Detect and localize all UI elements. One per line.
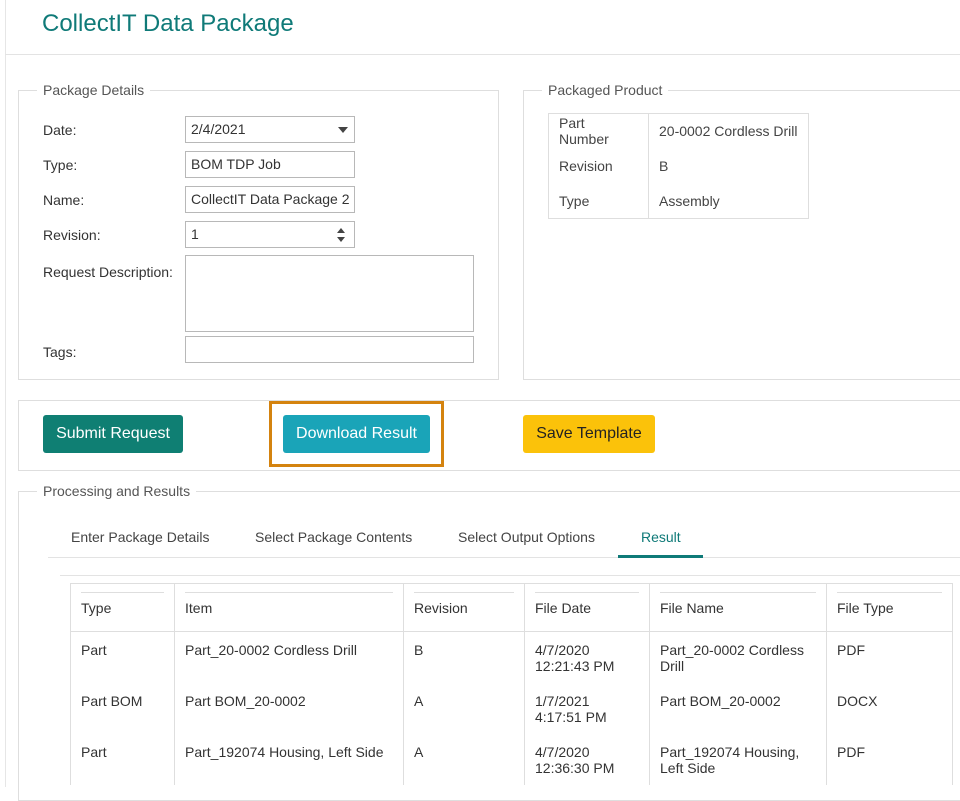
cell-type: Part — [70, 631, 175, 683]
product-key: Revision — [548, 148, 649, 184]
cell-file-type: PDF — [826, 631, 953, 683]
product-value: B — [659, 158, 669, 174]
packaged-product-panel: Packaged Product Part Number 20-0002 Cor… — [523, 82, 960, 380]
page-left-border — [5, 0, 6, 787]
product-row-revision: Revision B — [548, 148, 809, 184]
table-row[interactable]: Part Part_192074 Housing, Left Side A 4/… — [70, 733, 953, 785]
tags-input[interactable] — [185, 336, 474, 363]
cell-revision: A — [403, 682, 525, 734]
product-row-type: Type Assembly — [548, 183, 809, 219]
description-label: Request Description: — [43, 264, 173, 280]
type-label: Type: — [43, 157, 78, 173]
cell-item: Part_192074 Housing, Left Side — [174, 733, 404, 785]
stepper-up-icon[interactable] — [337, 228, 345, 233]
table-row[interactable]: Part Part_20-0002 Cordless Drill B 4/7/2… — [70, 631, 953, 683]
cell-type: Part — [70, 733, 175, 785]
chevron-down-icon[interactable] — [338, 127, 348, 133]
save-template-button[interactable]: Save Template — [523, 415, 655, 453]
revision-label: Revision: — [43, 227, 101, 243]
cell-file-date: 4/7/2020 12:21:43 PM — [524, 631, 650, 683]
cell-file-type: PDF — [826, 733, 953, 785]
cell-file-name[interactable]: Part_20-0002 Cordless Drill — [649, 631, 827, 683]
packaged-product-table: Part Number 20-0002 Cordless Drill Revis… — [548, 113, 809, 219]
content-divider — [60, 575, 960, 576]
revision-stepper[interactable]: 1 — [185, 221, 355, 248]
product-key: Part Number — [548, 113, 649, 149]
processing-results-legend: Processing and Results — [37, 483, 197, 499]
date-select[interactable]: 2/4/2021 — [185, 116, 355, 143]
revision-value: 1 — [191, 226, 199, 242]
tags-label: Tags: — [43, 344, 77, 360]
tab-enter-package-details[interactable]: Enter Package Details — [71, 529, 210, 545]
product-row-part-number: Part Number 20-0002 Cordless Drill — [548, 113, 809, 149]
cell-file-type: DOCX — [826, 682, 953, 734]
tab-result[interactable]: Result — [641, 529, 681, 545]
page-header: CollectIT Data Package — [5, 0, 960, 55]
cell-item: Part BOM_20-0002 — [174, 682, 404, 734]
product-key: Type — [548, 183, 649, 219]
cell-file-date: 4/7/2020 12:36:30 PM — [524, 733, 650, 785]
column-header-file-date[interactable]: File Date — [524, 583, 650, 632]
type-input[interactable]: BOM TDP Job — [185, 151, 355, 178]
results-table: Type Item Revision File Date File Name F… — [70, 583, 953, 785]
cell-file-name[interactable]: Part_192074 Housing, Left Side — [649, 733, 827, 785]
stepper-down-icon[interactable] — [337, 237, 345, 242]
tab-select-package-contents[interactable]: Select Package Contents — [255, 529, 412, 545]
cell-revision: A — [403, 733, 525, 785]
active-tab-indicator — [618, 555, 703, 558]
packaged-product-legend: Packaged Product — [542, 82, 669, 98]
cell-item: Part_20-0002 Cordless Drill — [174, 631, 404, 683]
cell-file-date: 1/7/2021 4:17:51 PM — [524, 682, 650, 734]
package-details-panel: Package Details Date: 2/4/2021 Type: BOM… — [18, 82, 499, 380]
package-details-legend: Package Details — [37, 82, 151, 98]
name-label: Name: — [43, 192, 85, 208]
product-value: Assembly — [659, 192, 720, 209]
tabs-divider — [48, 557, 960, 558]
page-title: CollectIT Data Package — [42, 10, 294, 37]
submit-request-button[interactable]: Submit Request — [43, 415, 183, 453]
name-input[interactable]: CollectIT Data Package 2 — [185, 186, 355, 213]
date-label: Date: — [43, 122, 77, 138]
results-header-row: Type Item Revision File Date File Name F… — [70, 583, 953, 632]
table-row[interactable]: Part BOM Part BOM_20-0002 A 1/7/2021 4:17… — [70, 682, 953, 734]
column-header-item[interactable]: Item — [174, 583, 404, 632]
cell-revision: B — [403, 631, 525, 683]
download-result-button[interactable]: Download Result — [283, 415, 430, 453]
cell-type: Part BOM — [70, 682, 175, 734]
description-textarea[interactable] — [185, 255, 474, 332]
column-header-type[interactable]: Type — [70, 583, 175, 632]
date-value: 2/4/2021 — [191, 121, 246, 137]
cell-file-name[interactable]: Part BOM_20-0002 — [649, 682, 827, 734]
column-header-file-name[interactable]: File Name — [649, 583, 827, 632]
tab-select-output-options[interactable]: Select Output Options — [458, 529, 595, 545]
product-value: 20-0002 Cordless Drill — [659, 123, 798, 140]
column-header-revision[interactable]: Revision — [403, 583, 525, 632]
column-header-file-type[interactable]: File Type — [826, 583, 953, 632]
